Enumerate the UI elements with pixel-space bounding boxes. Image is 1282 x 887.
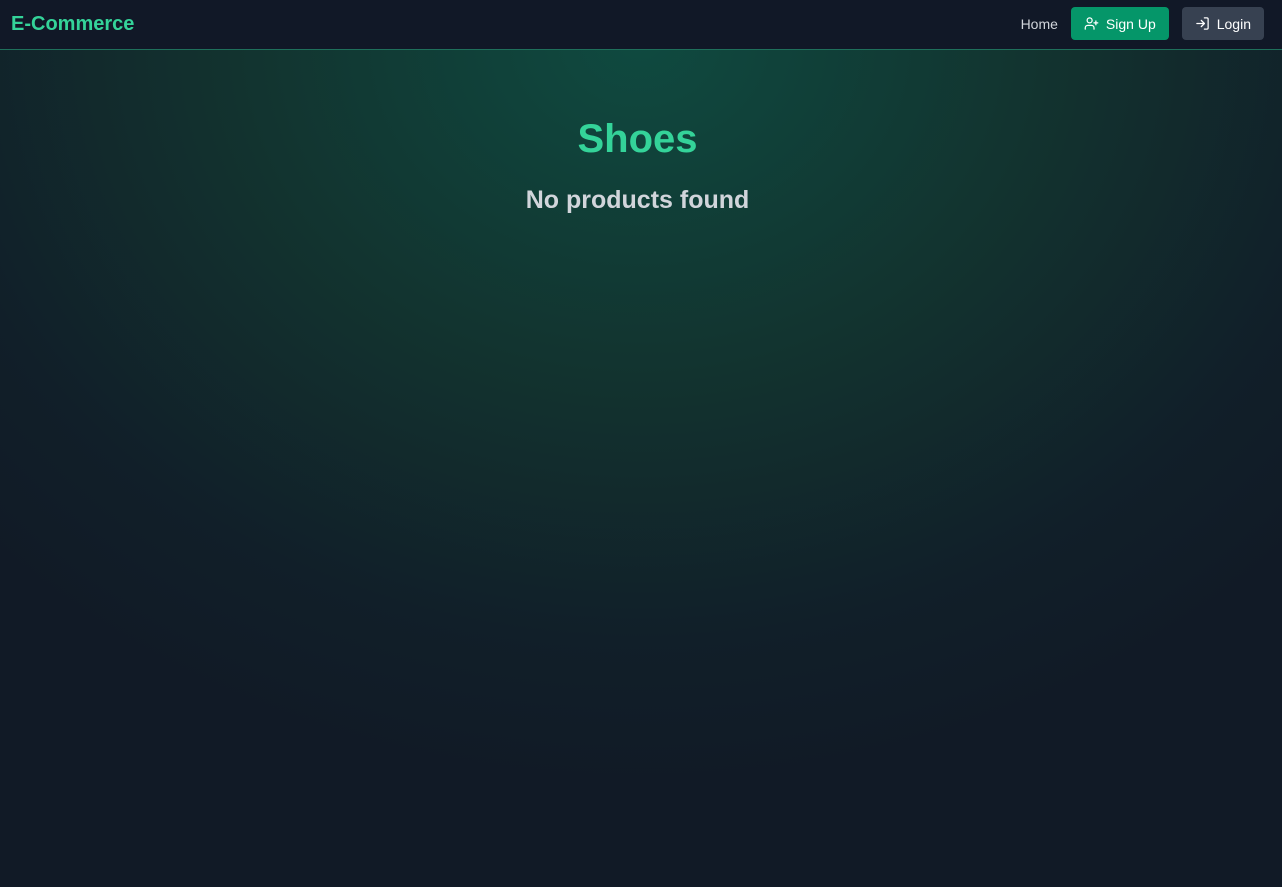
login-button[interactable]: Login xyxy=(1181,7,1264,40)
signup-button[interactable]: Sign Up xyxy=(1070,7,1169,40)
signup-button-label: Sign Up xyxy=(1105,15,1156,32)
home-link[interactable]: Home xyxy=(1021,16,1058,32)
login-button-label: Login xyxy=(1216,15,1251,32)
nav-actions: Home Sign Up Login xyxy=(1021,7,1264,40)
brand-logo-link[interactable]: E-Commerce xyxy=(11,12,134,36)
empty-state-message: No products found xyxy=(525,186,750,214)
category-title: Shoes xyxy=(577,117,698,161)
navbar: E-Commerce Home Sign Up Login xyxy=(0,0,1282,50)
log-in-icon xyxy=(1195,16,1210,31)
user-plus-icon xyxy=(1084,16,1099,31)
